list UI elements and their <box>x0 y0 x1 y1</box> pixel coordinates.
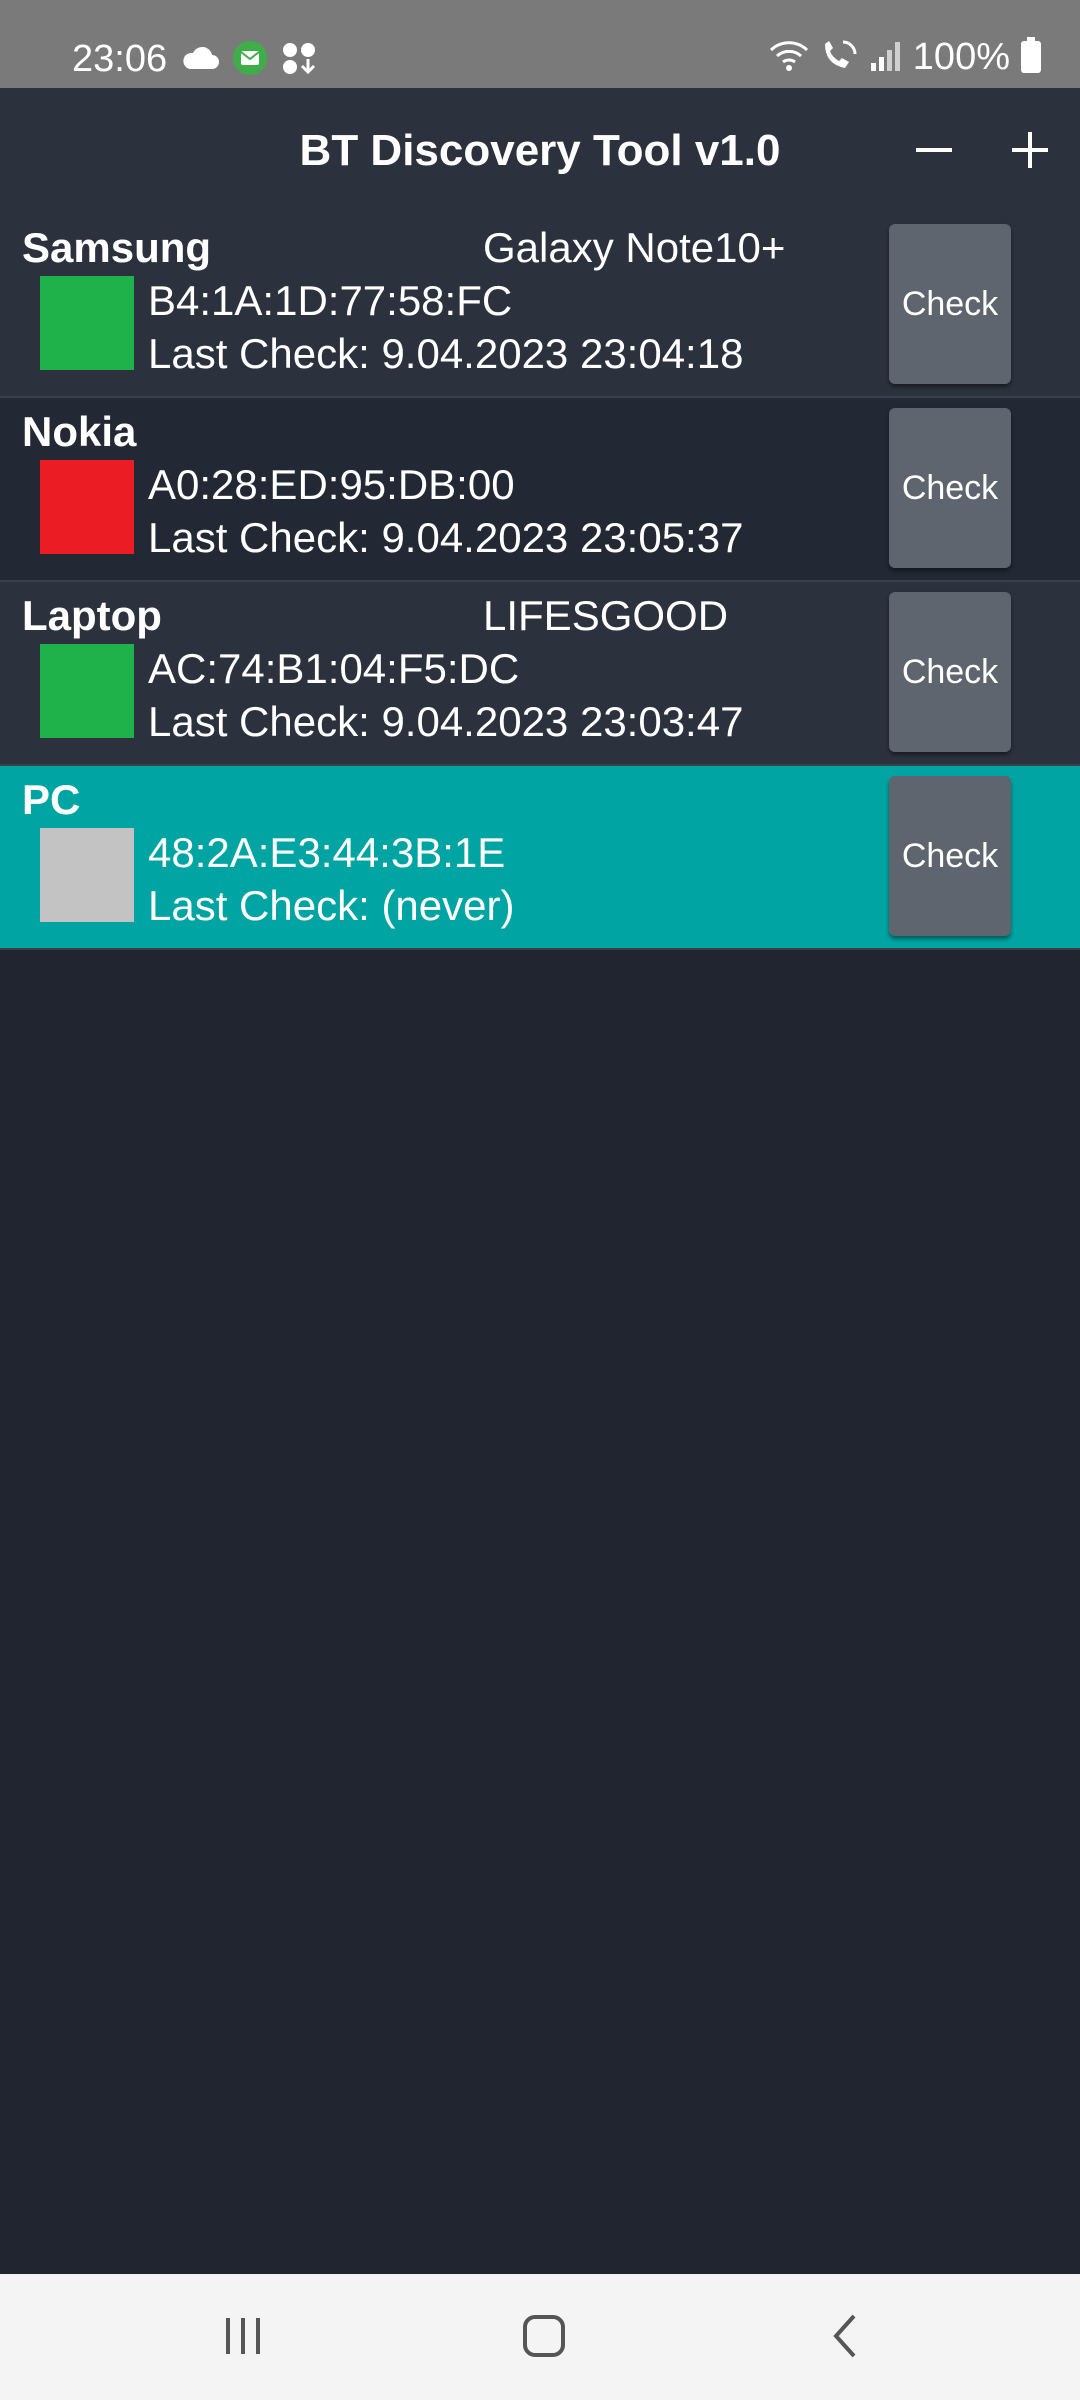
status-indicator <box>40 644 134 738</box>
back-icon <box>826 2312 866 2365</box>
device-name: Nokia <box>22 408 137 455</box>
device-mac: B4:1A:1D:77:58:FC <box>148 277 513 324</box>
check-button[interactable]: Check <box>889 592 1011 752</box>
device-mac: AC:74:B1:04:F5:DC <box>148 645 520 692</box>
device-mac: 48:2A:E3:44:3B:1E <box>148 829 506 876</box>
status-time: 23:06 <box>72 38 168 80</box>
status-indicator <box>40 460 134 554</box>
mail-icon <box>232 40 268 81</box>
device-row-selected[interactable]: PC 48:2A:E3:44:3B:1E Last Check: (never)… <box>0 766 1080 950</box>
device-name: PC <box>22 776 81 823</box>
plus-icon <box>1008 128 1052 177</box>
add-device-button[interactable] <box>990 112 1070 192</box>
device-row[interactable]: Nokia A0:28:ED:95:DB:00 Last Check: 9.04… <box>0 398 1080 582</box>
last-check: Last Check: 9.04.2023 23:03:47 <box>148 698 744 745</box>
navigation-bar <box>0 2274 1080 2400</box>
device-name: Laptop <box>22 592 162 639</box>
check-button[interactable]: Check <box>889 224 1011 384</box>
last-check: Last Check: 9.04.2023 23:04:18 <box>148 330 744 377</box>
recents-button[interactable] <box>198 2310 288 2366</box>
minus-icon <box>912 128 956 177</box>
back-button[interactable] <box>801 2310 891 2366</box>
device-list: Samsung Galaxy Note10+ B4:1A:1D:77:58:FC… <box>0 214 1080 950</box>
device-model: LIFESGOOD <box>483 592 729 639</box>
status-right-icons: 100% <box>769 36 1042 79</box>
device-model: Galaxy Note10+ <box>483 224 786 271</box>
wifi-calling-icon <box>819 38 859 77</box>
status-indicator <box>40 828 134 922</box>
app-notification-icon <box>280 40 318 81</box>
battery-icon <box>1020 37 1042 78</box>
status-left-icons <box>180 40 318 81</box>
check-button[interactable]: Check <box>889 776 1011 936</box>
wifi-icon <box>769 38 809 77</box>
signal-icon <box>869 39 903 76</box>
last-check: Last Check: 9.04.2023 23:05:37 <box>148 514 744 561</box>
last-check: Last Check: (never) <box>148 882 515 929</box>
device-mac: A0:28:ED:95:DB:00 <box>148 461 515 508</box>
cloud-icon <box>180 45 220 76</box>
device-row[interactable]: Laptop LIFESGOOD AC:74:B1:04:F5:DC Last … <box>0 582 1080 766</box>
recents-icon <box>220 2314 266 2363</box>
status-indicator <box>40 276 134 370</box>
device-name: Samsung <box>22 224 212 271</box>
remove-device-button[interactable] <box>894 112 974 192</box>
check-button[interactable]: Check <box>889 408 1011 568</box>
home-icon <box>521 2313 567 2364</box>
battery-percentage: 100% <box>912 36 1010 78</box>
home-button[interactable] <box>499 2310 589 2366</box>
app-bar: BT Discovery Tool v1.0 <box>0 88 1080 216</box>
status-bar: 23:06 100% <box>0 0 1080 88</box>
device-row[interactable]: Samsung Galaxy Note10+ B4:1A:1D:77:58:FC… <box>0 214 1080 398</box>
